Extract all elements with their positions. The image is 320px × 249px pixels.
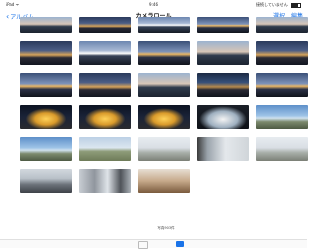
photo-thumbnail[interactable]: [79, 137, 131, 161]
photo-thumbnail[interactable]: [20, 17, 72, 33]
photo-thumbnail[interactable]: [79, 41, 131, 65]
photo-thumbnail[interactable]: [138, 41, 190, 65]
photo-thumbnail[interactable]: [256, 137, 308, 161]
network-status: 接続していません: [255, 2, 288, 7]
photo-thumbnail[interactable]: [20, 105, 72, 129]
photo-thumbnail[interactable]: [20, 73, 72, 97]
tab-bar: [0, 239, 307, 249]
photo-thumbnail[interactable]: [256, 41, 308, 65]
photo-thumbnail[interactable]: [20, 41, 72, 65]
photo-thumbnail[interactable]: [197, 17, 249, 33]
photo-thumbnail[interactable]: [256, 73, 308, 97]
photo-thumbnail[interactable]: [197, 41, 249, 65]
photo-thumbnail[interactable]: [79, 105, 131, 129]
photo-grid: [20, 17, 310, 193]
photo-thumbnail[interactable]: [138, 105, 190, 129]
photo-thumbnail[interactable]: [79, 73, 131, 97]
photo-thumbnail[interactable]: [256, 105, 308, 129]
photo-thumbnail[interactable]: [138, 137, 190, 161]
photo-thumbnail[interactable]: [79, 169, 131, 193]
photo-count: 写真903件: [157, 226, 175, 230]
photo-thumbnail[interactable]: [79, 17, 131, 33]
battery-icon: [291, 2, 301, 8]
tab-shared[interactable]: [176, 241, 184, 247]
photo-thumbnail[interactable]: [197, 137, 249, 161]
photo-thumbnail[interactable]: [138, 169, 190, 193]
photo-thumbnail[interactable]: [197, 105, 249, 129]
photo-thumbnail[interactable]: [20, 169, 72, 193]
photo-thumbnail[interactable]: [138, 73, 190, 97]
photo-thumbnail[interactable]: [256, 17, 308, 33]
photo-thumbnail[interactable]: [197, 73, 249, 97]
photo-thumbnail[interactable]: [138, 17, 190, 33]
photo-thumbnail[interactable]: [20, 137, 72, 161]
